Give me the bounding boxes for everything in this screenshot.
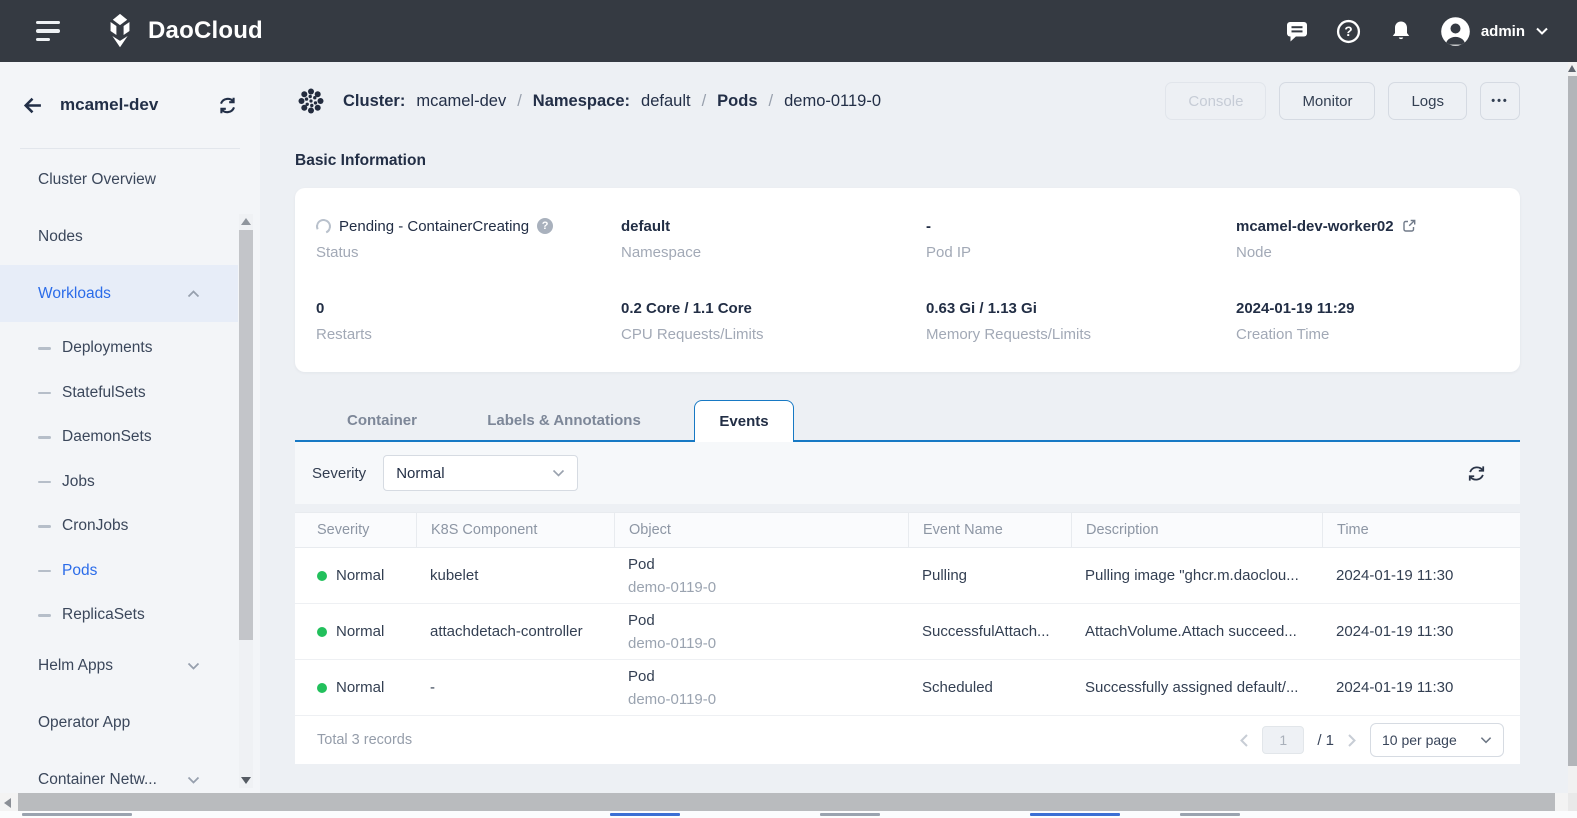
status-help-icon[interactable]: ?: [537, 218, 553, 234]
pending-spinner-icon: [314, 216, 333, 235]
breadcrumb: Cluster: mcamel-dev / Namespace: default…: [343, 92, 881, 111]
basic-information-title: Basic Information: [295, 152, 1520, 170]
avatar-icon: [1440, 16, 1471, 47]
cpu-field: 0.2 Core / 1.1 Core CPU Requests/Limits: [621, 280, 926, 362]
sidebar-item-deployments[interactable]: Deployments: [0, 326, 238, 371]
detail-tabs: Container Labels & Annotations Events: [295, 400, 1520, 442]
sidebar-item-statefulsets[interactable]: StatefulSets: [0, 371, 238, 416]
next-page-button[interactable]: [1347, 733, 1357, 748]
per-page-select[interactable]: 10 per page: [1370, 723, 1504, 757]
breadcrumb-cluster-key: Cluster:: [343, 92, 405, 111]
chevron-down-icon: [187, 662, 200, 670]
severity-normal-dot: [317, 683, 327, 693]
table-row: Normal attachdetach-controller Pod demo-…: [295, 604, 1520, 660]
sidebar-item-cronjobs[interactable]: CronJobs: [0, 504, 238, 549]
switch-cluster-icon[interactable]: [217, 95, 238, 116]
events-filter-bar: Severity Normal: [295, 442, 1520, 504]
horizontal-scrollbar-thumb[interactable]: [18, 793, 1555, 811]
breadcrumb-namespace-value[interactable]: default: [641, 92, 691, 111]
vertical-scrollbar-thumb[interactable]: [1568, 76, 1577, 766]
breadcrumb-cluster-value[interactable]: mcamel-dev: [416, 92, 506, 111]
sidebar-item-nodes[interactable]: Nodes: [0, 208, 238, 265]
tab-container[interactable]: Container: [295, 400, 469, 440]
top-navbar: DaoCloud ?: [0, 0, 1577, 62]
username-label: admin: [1481, 23, 1525, 40]
scroll-down-arrow[interactable]: [241, 777, 251, 784]
events-table-header: Severity K8S Component Object Event Name…: [295, 512, 1520, 548]
node-field: mcamel-dev-worker02 Node: [1236, 198, 1520, 280]
memory-field: 0.63 Gi / 1.13 Gi Memory Requests/Limits: [926, 280, 1236, 362]
daocloud-logo: DaoCloud: [102, 13, 263, 49]
sidebar-item-cluster-overview[interactable]: Cluster Overview: [0, 151, 238, 208]
chevron-down-icon: [187, 776, 200, 784]
scroll-left-arrow[interactable]: [4, 798, 11, 808]
more-actions-button[interactable]: •••: [1480, 82, 1520, 120]
cutoff-content-strip: [0, 811, 1577, 818]
user-menu[interactable]: admin: [1440, 16, 1549, 47]
refresh-events-icon[interactable]: [1466, 463, 1487, 484]
total-records-label: Total 3 records: [317, 732, 412, 748]
breadcrumb-namespace-key: Namespace:: [533, 92, 630, 111]
severity-normal-dot: [317, 627, 327, 637]
page-total-label: / 1: [1317, 732, 1334, 749]
scrollbar-corner: [1568, 793, 1577, 811]
tab-events[interactable]: Events: [694, 400, 794, 442]
sidebar-item-jobs[interactable]: Jobs: [0, 460, 238, 505]
bell-icon[interactable]: [1388, 18, 1414, 44]
scroll-up-arrow[interactable]: [241, 218, 251, 225]
main-content: Cluster: mcamel-dev / Namespace: default…: [260, 62, 1568, 793]
back-arrow-icon[interactable]: [22, 95, 43, 116]
sidebar-item-workloads[interactable]: Workloads: [0, 265, 238, 322]
severity-label: Severity: [312, 465, 366, 482]
page-number-input[interactable]: [1262, 726, 1304, 754]
external-link-icon[interactable]: [1402, 219, 1416, 233]
sidebar-item-helm-apps[interactable]: Helm Apps: [0, 638, 238, 695]
cluster-name: mcamel-dev: [60, 95, 158, 115]
basic-information-card: Pending - ContainerCreating ? Status def…: [295, 188, 1520, 372]
help-icon[interactable]: ?: [1336, 18, 1362, 44]
sidebar-item-operator-app[interactable]: Operator App: [0, 695, 238, 752]
chevron-down-icon: [552, 469, 565, 477]
creation-time-field: 2024-01-19 11:29 Creation Time: [1236, 280, 1520, 362]
console-button[interactable]: Console: [1165, 82, 1266, 120]
svg-text:?: ?: [1345, 24, 1353, 39]
cluster-dots-icon: [295, 85, 327, 117]
node-link[interactable]: mcamel-dev-worker02: [1236, 218, 1394, 235]
chat-icon[interactable]: [1284, 18, 1310, 44]
prev-page-button[interactable]: [1239, 733, 1249, 748]
scroll-up-arrow[interactable]: [1568, 65, 1576, 72]
chevron-up-icon: [187, 290, 200, 298]
sidebar-item-container-network[interactable]: Container Netw...: [0, 752, 238, 794]
tab-labels-annotations[interactable]: Labels & Annotations: [469, 400, 659, 440]
horizontal-scrollbar[interactable]: [0, 793, 1568, 811]
namespace-field: default Namespace: [621, 198, 926, 280]
severity-normal-dot: [317, 571, 327, 581]
monitor-button[interactable]: Monitor: [1279, 82, 1375, 120]
chevron-down-icon: [1480, 736, 1492, 744]
pod-ip-field: - Pod IP: [926, 198, 1236, 280]
table-row: Normal - Pod demo-0119-0 Scheduled Succe…: [295, 660, 1520, 716]
chevron-down-icon: [1535, 26, 1549, 36]
sidebar-item-replicasets[interactable]: ReplicaSets: [0, 593, 238, 638]
sidebar-scrollbar[interactable]: [239, 214, 253, 788]
severity-select[interactable]: Normal: [383, 455, 578, 491]
logs-button[interactable]: Logs: [1388, 82, 1467, 120]
sidebar: mcamel-dev Cluster Overview Nodes Worklo…: [0, 62, 260, 793]
table-row: Normal kubelet Pod demo-0119-0 Pulling P…: [295, 548, 1520, 604]
brand-name: DaoCloud: [148, 17, 263, 45]
table-footer: Total 3 records / 1 10 per page: [295, 716, 1520, 764]
daocloud-logo-icon: [102, 13, 138, 49]
hamburger-menu-icon[interactable]: [36, 21, 62, 42]
sidebar-item-pods[interactable]: Pods: [0, 549, 238, 594]
breadcrumb-pods[interactable]: Pods: [717, 92, 757, 111]
restarts-field: 0 Restarts: [316, 280, 621, 362]
breadcrumb-pod-name: demo-0119-0: [784, 92, 881, 111]
status-field: Pending - ContainerCreating ? Status: [316, 198, 621, 280]
sidebar-item-daemonsets[interactable]: DaemonSets: [0, 415, 238, 460]
sidebar-scrollbar-thumb[interactable]: [239, 230, 253, 640]
vertical-scrollbar[interactable]: [1568, 62, 1577, 793]
events-table: Severity K8S Component Object Event Name…: [295, 512, 1520, 764]
